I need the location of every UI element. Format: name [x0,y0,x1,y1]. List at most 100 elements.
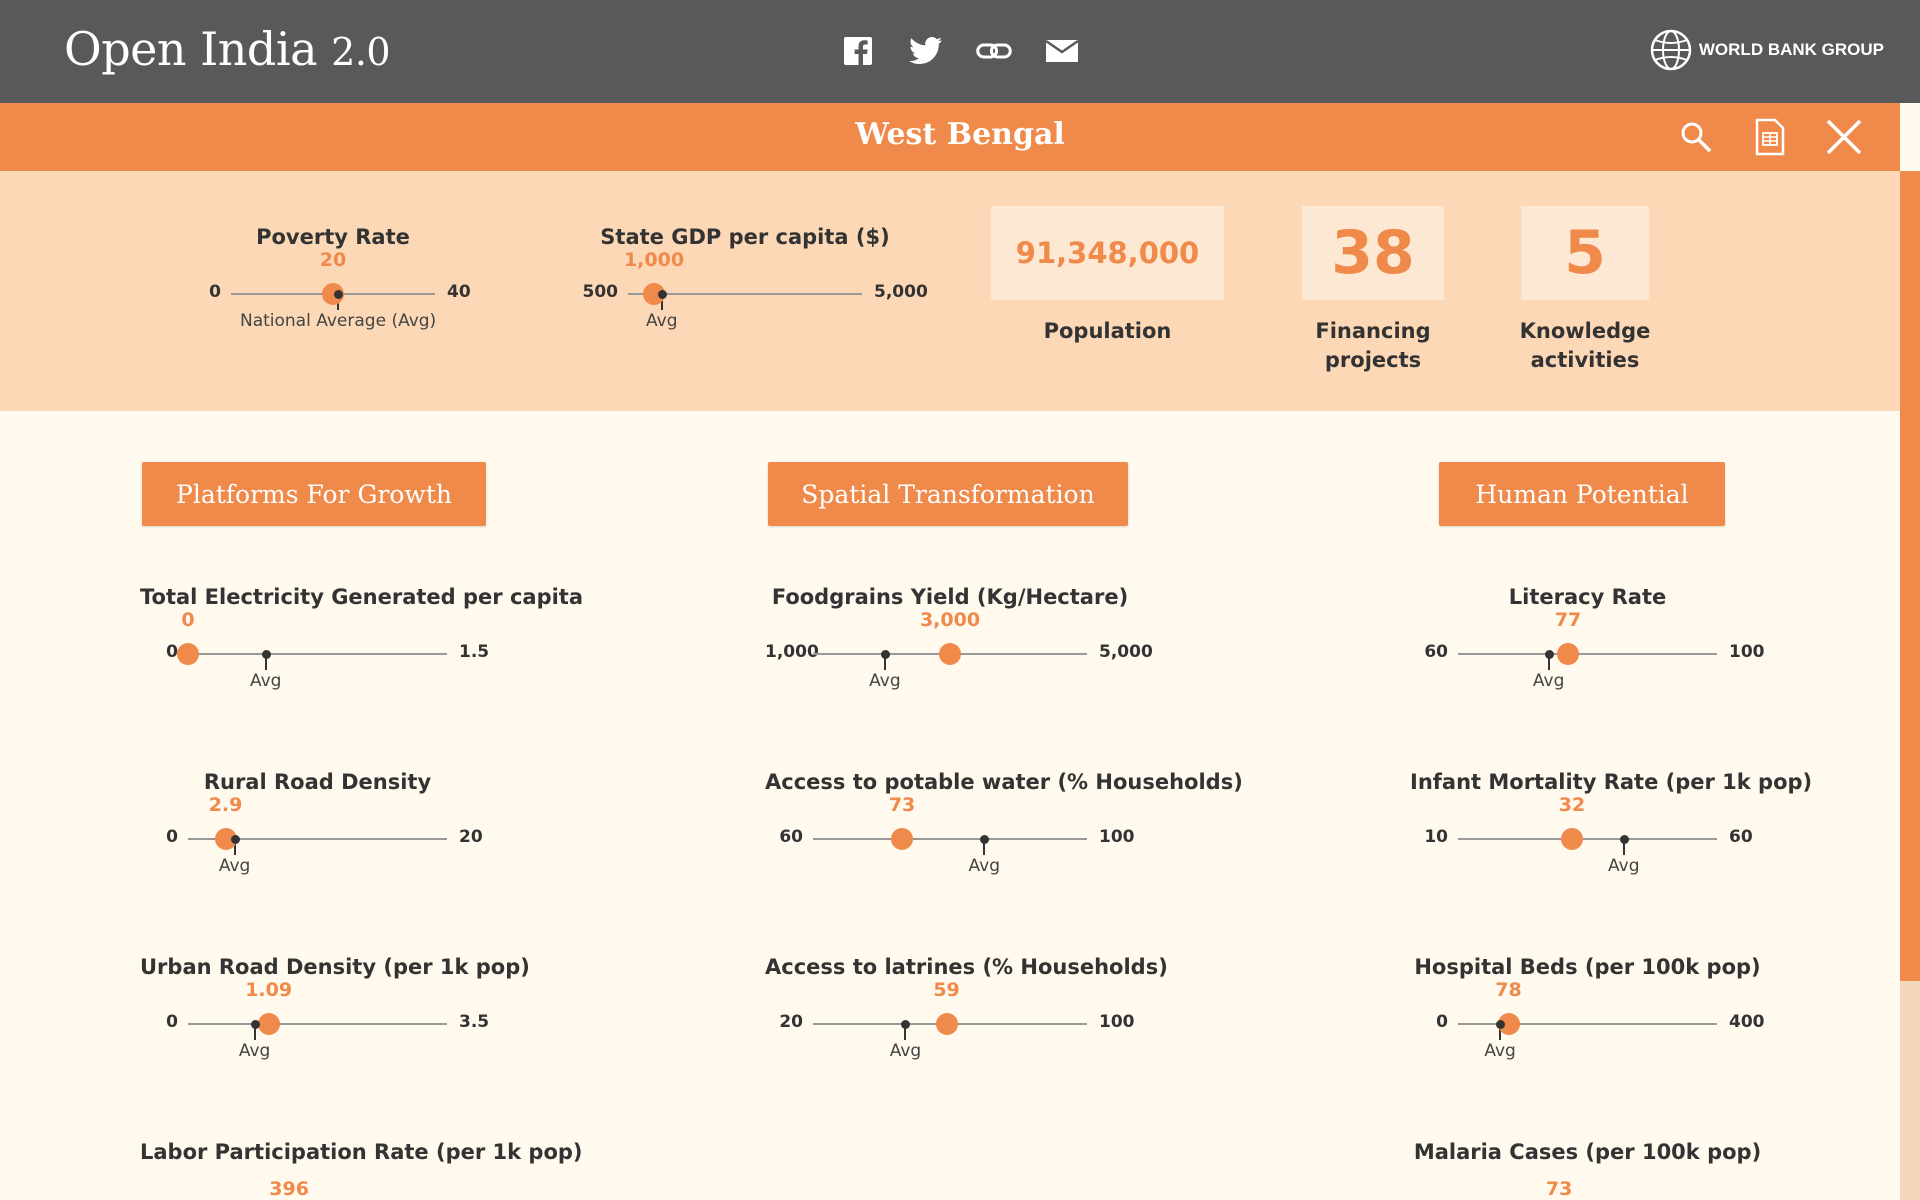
knowledge-value-box[interactable]: 5 [1521,206,1649,300]
gauge-max-label: 100 [1099,827,1135,847]
gauge-value: 73 [1545,1178,1573,1200]
gauge-min-label: 60 [779,827,803,847]
gauge-value: 1.09 [245,979,293,1001]
gauge-min-label: 1,000 [765,642,819,662]
financing-label-line1: Financing [1315,319,1431,343]
platforms-for-growth-button[interactable]: Platforms For Growth [142,462,486,526]
gauge-max-label: 60 [1729,827,1753,847]
mail-icon[interactable] [1044,36,1080,66]
close-icon[interactable] [1824,117,1864,157]
brand-main: Open India [64,22,318,76]
world-bank-logo[interactable]: WORLD BANK GROUP [1649,28,1884,72]
gauge-avg-dot [901,1020,911,1029]
population-value: 91,348,000 [1015,236,1200,270]
gauge-max-label: 5,000 [874,282,928,302]
gauge-min-label: 0 [166,827,178,847]
app-brand[interactable]: Open India 2.0 [64,22,391,76]
org-label: WORLD BANK GROUP [1698,40,1884,59]
facebook-icon[interactable] [840,36,876,66]
state-title: West Bengal [855,117,1065,152]
gauge-title: Total Electricity Generated per capita [140,585,584,609]
knowledge-label-line1: Knowledge [1519,319,1651,343]
knowledge-label-line2: activities [1530,348,1640,372]
gauge-value-dot [177,643,199,665]
gauge-avg-label: Avg [1608,856,1640,876]
gauge-min-label: 500 [582,282,619,302]
gauge-avg-label: National Average (Avg) [239,311,437,331]
gauge-track [188,653,447,655]
gauge-value: 2.9 [208,794,243,816]
gauge-title: State GDP per capita ($) [600,225,890,249]
malaria-cases-gauge: Malaria Cases (per 100k pop) 73 [1410,1140,1765,1200]
gauge-avg-label: Avg [218,856,251,876]
brand-version: 2.0 [331,30,391,74]
literacy-rate-gauge: Literacy Rate 60 100 77 Avg [1410,585,1765,695]
gauge-value: 0 [181,609,195,631]
platforms-for-growth-label: Platforms For Growth [176,479,452,509]
gauge-avg-dot [980,835,990,844]
gauge-max-label: 400 [1729,1012,1765,1032]
gauge-value: 3,000 [919,609,981,631]
gauge-avg-dot [657,290,667,299]
hospital-beds-gauge: Hospital Beds (per 100k pop) 0 400 78 Avg [1410,955,1765,1065]
electricity-gauge: Total Electricity Generated per capita 0 1… [140,585,584,695]
scrollbar-thumb[interactable] [1900,171,1920,981]
gauge-title: Access to latrines (% Households) [765,955,1168,979]
gauge-value: 73 [888,794,916,816]
gauge-min-label: 60 [1424,642,1448,662]
gauge-title: Malaria Cases (per 100k pop) [1413,1140,1762,1164]
gauge-max-label: 100 [1729,642,1765,662]
gauge-min-label: 10 [1424,827,1448,847]
gauge-value-dot [935,1013,958,1035]
gauge-title: Urban Road Density (per 1k pop) [140,955,530,979]
state-summary: Poverty Rate 0 40 20 National Average (Avg) … [0,171,1900,411]
twitter-icon[interactable] [908,36,944,66]
gauge-max-label: 20 [459,827,483,847]
gauge-max-label: 1.5 [459,642,490,662]
gauge-min-label: 20 [779,1012,803,1032]
gauge-avg-dot [230,835,240,844]
labor-participation-gauge: Labor Participation Rate (per 1k pop) 396 [140,1140,583,1200]
gauge-avg-dot [1496,1020,1506,1029]
gauge-value: 59 [933,979,960,1001]
gauge-title: Access to potable water (% Households) [765,770,1243,794]
gauge-title: Hospital Beds (per 100k pop) [1414,955,1761,979]
gauge-min-label: 0 [166,642,178,662]
gauge-avg-label: Avg [1532,671,1565,691]
state-title-bar: West Bengal [0,103,1900,171]
gauge-max-label: 40 [447,282,471,302]
gauge-avg-dot [261,650,271,659]
globe-icon [1650,29,1692,71]
financing-value-box[interactable]: 38 [1302,206,1444,300]
gauge-value: 20 [319,249,347,271]
knowledge-value: 5 [1564,218,1606,288]
state-tools [1676,117,1864,157]
gauge-value: 32 [1558,794,1586,816]
top-header: Open India 2.0 WORLD BANK GROUP [0,0,1920,103]
gauge-value-dot [257,1013,280,1035]
link-icon[interactable] [976,36,1012,66]
gauge-max-label: 3.5 [459,1012,490,1032]
gauge-avg-dot [1619,835,1629,844]
gdp-per-capita-gauge: State GDP per capita ($) 500 5,000 1,000 Avg [580,225,928,335]
gauge-value-dot [939,643,961,665]
gauge-value-dot [1560,828,1583,850]
knowledge-label: Knowledge activities [1495,317,1675,375]
rural-road-density-gauge: Rural Road Density 0 20 2.9 Avg [140,770,495,880]
financing-label-line2: projects [1324,348,1422,372]
gauge-title: Foodgrains Yield (Kg/Hectare) [771,585,1129,609]
gauge-avg-label: Avg [238,1041,271,1061]
gauge-max-label: 100 [1099,1012,1135,1032]
search-icon[interactable] [1676,117,1716,157]
spreadsheet-icon[interactable] [1750,117,1790,157]
gauge-title: Rural Road Density [203,770,432,794]
gauge-value: 77 [1554,609,1582,631]
gauge-value-dot [891,828,914,850]
spatial-transformation-button[interactable]: Spatial Transformation [768,462,1128,526]
population-value-box: 91,348,000 [991,206,1224,300]
gauge-avg-label: Avg [869,671,901,691]
gauge-min-label: 0 [209,282,221,302]
financing-label: Financing projects [1282,317,1464,375]
human-potential-button[interactable]: Human Potential [1439,462,1725,526]
gauge-title: Poverty Rate [256,225,410,249]
